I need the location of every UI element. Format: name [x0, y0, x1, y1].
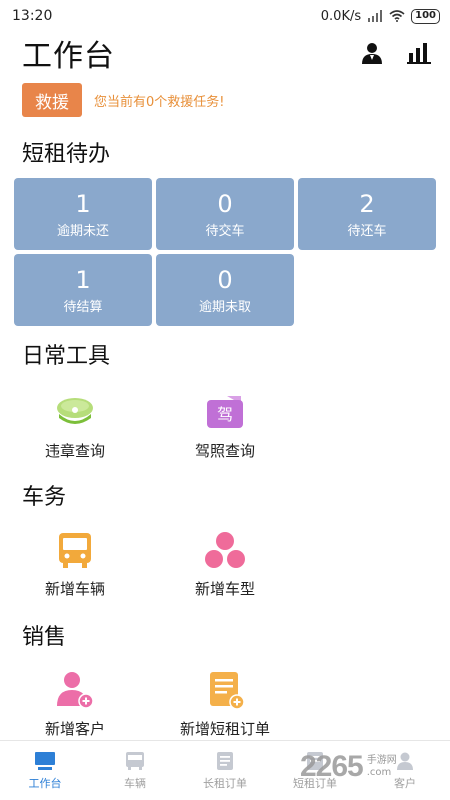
nav-label: 客户 — [394, 776, 416, 790]
section-title-vehicle: 车务 — [22, 485, 67, 510]
nav-item-vehicles[interactable]: 车辆 — [90, 741, 180, 800]
tool-label: 驾照查询 — [194, 442, 255, 460]
watermark-brand: 手游网 — [366, 755, 397, 766]
add-customer-icon — [57, 672, 94, 709]
nav-label: 工作台 — [28, 776, 62, 790]
tool-label: 新增车辆 — [44, 580, 105, 598]
pending-tiles: 1 逾期未还 0 待交车 2 待还车 1 待结算 0 逾期未取 — [14, 178, 436, 326]
watermark-number: 2265 — [300, 750, 364, 783]
license-query-button[interactable]: 驾 驾照查询 — [160, 392, 290, 461]
monitor-icon — [35, 751, 55, 770]
circles-icon — [205, 532, 245, 568]
tile-overdue-pickup[interactable]: 0 逾期未取 — [156, 254, 294, 326]
network-speed: 0.0K/s — [320, 8, 362, 24]
vehicle-icon — [126, 751, 144, 770]
tile-count: 1 — [75, 265, 91, 294]
battery-indicator: 100 — [411, 8, 440, 24]
wifi-icon — [389, 10, 405, 22]
nav-item-long-orders[interactable]: 长租订单 — [180, 741, 270, 800]
tool-label: 新增短租订单 — [179, 720, 270, 738]
watermark: 2265 手游网 .com — [300, 750, 397, 784]
vehicle-tools-row: 新增车辆 新增车型 — [0, 530, 450, 610]
tile-count: 2 — [359, 189, 375, 218]
rescue-button[interactable]: 救援 — [22, 83, 82, 117]
sales-tools-row: 新增客户 新增短租订单 — [0, 670, 450, 750]
police-cap-icon — [57, 398, 93, 424]
watermark-domain: .com — [366, 767, 392, 778]
tile-overdue-return[interactable]: 1 逾期未还 — [14, 178, 152, 250]
status-time: 13:20 — [12, 8, 53, 24]
page-title: 工作台 — [22, 39, 115, 74]
long-order-icon — [217, 751, 233, 770]
tile-pending-delivery[interactable]: 0 待交车 — [156, 178, 294, 250]
user-icon[interactable] — [360, 41, 384, 65]
bus-icon — [59, 533, 91, 568]
violation-query-button[interactable]: 违章查询 — [10, 392, 140, 461]
nav-item-workbench[interactable]: 工作台 — [0, 741, 90, 800]
section-title-sales: 销售 — [22, 625, 67, 650]
add-model-button[interactable]: 新增车型 — [160, 530, 290, 599]
rescue-row: 救援 您当前有0个救援任务! — [22, 83, 224, 117]
section-title-short-rent: 短租待办 — [22, 142, 111, 167]
tile-pending-settlement[interactable]: 1 待结算 — [14, 254, 152, 326]
tile-pending-return[interactable]: 2 待还车 — [298, 178, 436, 250]
tile-count: 1 — [75, 189, 91, 218]
tool-label: 新增车型 — [194, 580, 255, 598]
section-title-daily-tools: 日常工具 — [22, 344, 111, 369]
add-order-icon — [210, 672, 245, 710]
rescue-message: 您当前有0个救援任务! — [94, 94, 225, 110]
tile-label: 待结算 — [63, 299, 103, 315]
tool-label: 新增客户 — [44, 720, 105, 738]
tile-label: 待还车 — [347, 223, 387, 239]
signal-icon — [368, 10, 383, 22]
status-indicators: 0.0K/s 100 — [320, 8, 440, 24]
nav-label: 长租订单 — [203, 776, 247, 790]
status-bar: 13:20 0.0K/s 100 — [0, 0, 450, 32]
tile-count: 0 — [217, 189, 233, 218]
add-customer-button[interactable]: 新增客户 — [10, 670, 140, 739]
add-vehicle-button[interactable]: 新增车辆 — [10, 530, 140, 599]
daily-tools-row: 违章查询 驾 驾照查询 — [0, 392, 450, 472]
tile-count: 0 — [217, 265, 233, 294]
add-short-order-button[interactable]: 新增短租订单 — [160, 670, 290, 739]
customer-icon — [397, 752, 413, 770]
header: 工作台 — [22, 32, 432, 74]
license-icon-text: 驾 — [217, 405, 233, 424]
license-icon: 驾 — [207, 396, 243, 428]
nav-label: 车辆 — [124, 776, 146, 790]
tool-label: 违章查询 — [44, 442, 105, 460]
tile-label: 逾期未还 — [56, 223, 109, 239]
tile-label: 逾期未取 — [198, 299, 251, 315]
bar-chart-icon[interactable] — [406, 41, 432, 65]
tile-label: 待交车 — [205, 223, 245, 239]
